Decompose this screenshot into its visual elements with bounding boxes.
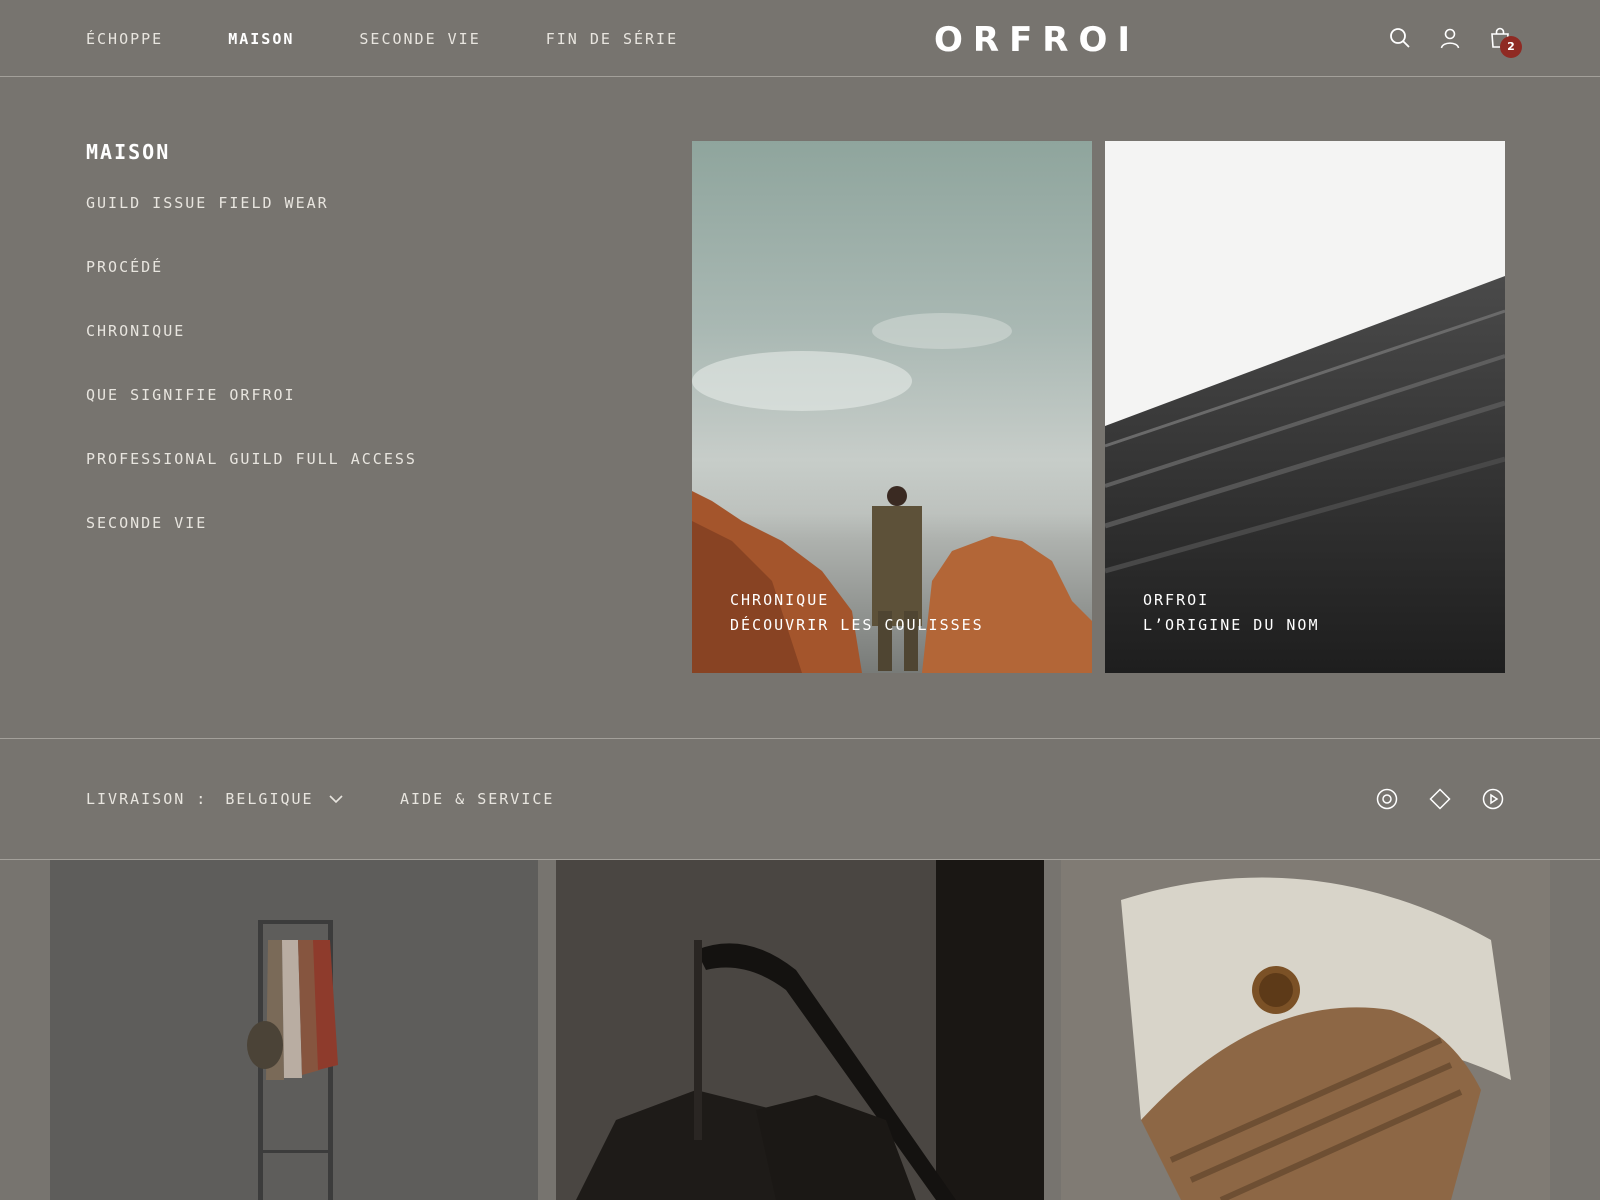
shipping-selector: LIVRAISON : BELGIQUE <box>86 790 344 808</box>
menu-item-guild-issue[interactable]: GUILD ISSUE FIELD WEAR <box>86 194 417 258</box>
menu-item-procede[interactable]: PROCÉDÉ <box>86 258 417 322</box>
youtube-icon[interactable] <box>1482 788 1504 810</box>
menu-footer-bar: LIVRAISON : BELGIQUE AIDE & SERVICE <box>0 738 1600 860</box>
cart-icon[interactable]: 2 <box>1488 26 1522 58</box>
shipping-country[interactable]: BELGIQUE <box>225 790 313 808</box>
search-icon[interactable] <box>1388 26 1412 50</box>
nav-echoppe[interactable]: ÉCHOPPE <box>86 30 163 48</box>
maison-submenu: GUILD ISSUE FIELD WEAR PROCÉDÉ CHRONIQUE… <box>86 194 417 578</box>
social-links <box>1376 788 1535 810</box>
account-icon[interactable] <box>1438 26 1462 50</box>
nav-seconde-vie[interactable]: SECONDE VIE <box>359 30 480 48</box>
pinterest-icon[interactable] <box>1429 788 1451 810</box>
help-service-link[interactable]: AIDE & SERVICE <box>400 790 554 808</box>
product-tile[interactable] <box>50 860 538 1200</box>
menu-item-que-signifie[interactable]: QUE SIGNIFIE ORFROI <box>86 386 417 450</box>
chevron-down-icon[interactable] <box>328 791 344 807</box>
brand-logo[interactable]: ORFROI <box>934 20 1140 60</box>
product-tile[interactable] <box>1061 860 1550 1200</box>
site-header: ÉCHOPPE MAISON SECONDE VIE FIN DE SÉRIE … <box>0 0 1600 77</box>
hangers-photo <box>556 860 1044 1200</box>
card-subtitle: DÉCOUVRIR LES COULISSES <box>730 616 984 634</box>
header-actions: 2 <box>1388 26 1538 58</box>
menu-item-seconde-vie[interactable]: SECONDE VIE <box>86 514 417 578</box>
menu-item-professional-guild[interactable]: PROFESSIONAL GUILD FULL ACCESS <box>86 450 417 514</box>
clothing-rack-photo <box>50 860 538 1200</box>
card-title: CHRONIQUE <box>730 591 830 609</box>
promo-card-chronique[interactable]: CHRONIQUE DÉCOUVRIR LES COULISSES <box>692 141 1092 673</box>
card-title: ORFROI <box>1143 591 1210 609</box>
promo-card-orfroi[interactable]: ORFROI L’ORIGINE DU NOM <box>1105 141 1505 673</box>
product-tile[interactable] <box>556 860 1044 1200</box>
menu-section-title: MAISON <box>86 140 171 164</box>
card-caption: ORFROI L’ORIGINE DU NOM <box>1143 588 1320 638</box>
shipping-label: LIVRAISON : <box>86 790 208 808</box>
main-nav: ÉCHOPPE MAISON SECONDE VIE FIN DE SÉRIE <box>86 0 743 77</box>
nav-fin-de-serie[interactable]: FIN DE SÉRIE <box>546 30 678 48</box>
card-subtitle: L’ORIGINE DU NOM <box>1143 616 1320 634</box>
menu-item-chronique[interactable]: CHRONIQUE <box>86 322 417 386</box>
cart-count-badge: 2 <box>1500 36 1522 58</box>
knitwear-photo <box>1061 860 1550 1200</box>
card-caption: CHRONIQUE DÉCOUVRIR LES COULISSES <box>730 588 984 638</box>
nav-maison[interactable]: MAISON <box>228 30 294 48</box>
instagram-icon[interactable] <box>1376 788 1398 810</box>
